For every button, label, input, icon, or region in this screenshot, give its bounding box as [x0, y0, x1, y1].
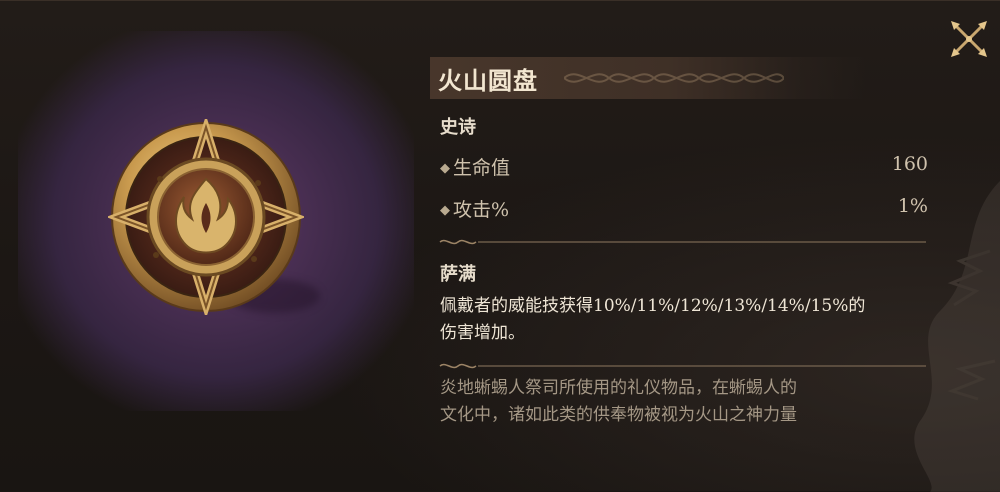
effect-line: 佩戴者的威能技获得10%/11%/12%/13%/14%/15%的 — [440, 296, 866, 316]
stat-value: 1% — [897, 195, 928, 217]
item-detail-panel: 火山圆盘 史诗 ◆ 生命值 160 ◆ 攻击% 1% 萨满 佩戴者的威能技获得10%… — [0, 0, 1000, 492]
volcano-disc-icon — [105, 115, 307, 319]
item-name: 火山圆盘 — [438, 66, 538, 95]
section-divider — [439, 363, 926, 369]
set-effect-text: 佩戴者的威能技获得10%/11%/12%/13%/14%/15%的 伤害增加。 — [440, 293, 940, 347]
lore-text: 炎地蜥蜴人祭司所使用的礼仪物品，在蜥蜴人的 文化中，诸如此类的供奉物被视为火山之… — [440, 375, 940, 429]
lore-line: 文化中，诸如此类的供奉物被视为火山之神力量 — [440, 405, 797, 425]
stat-row-hp: ◆ 生命值 160 — [440, 153, 928, 179]
stat-row-attack: ◆ 攻击% 1% — [440, 195, 928, 221]
item-rarity: 史诗 — [440, 117, 476, 138]
close-button[interactable] — [948, 18, 990, 60]
diamond-bullet-icon: ◆ — [440, 161, 450, 176]
lore-line: 炎地蜥蜴人祭司所使用的礼仪物品，在蜥蜴人的 — [440, 378, 797, 398]
knotwork-ornament — [564, 73, 784, 83]
stat-value: 160 — [891, 153, 928, 175]
section-divider — [439, 239, 926, 245]
set-title: 萨满 — [440, 264, 476, 285]
stat-name: 生命值 — [453, 157, 511, 179]
close-x-icon — [951, 21, 987, 57]
stat-name: 攻击% — [453, 199, 510, 221]
diamond-bullet-icon: ◆ — [440, 203, 450, 218]
effect-line: 伤害增加。 — [440, 323, 525, 343]
